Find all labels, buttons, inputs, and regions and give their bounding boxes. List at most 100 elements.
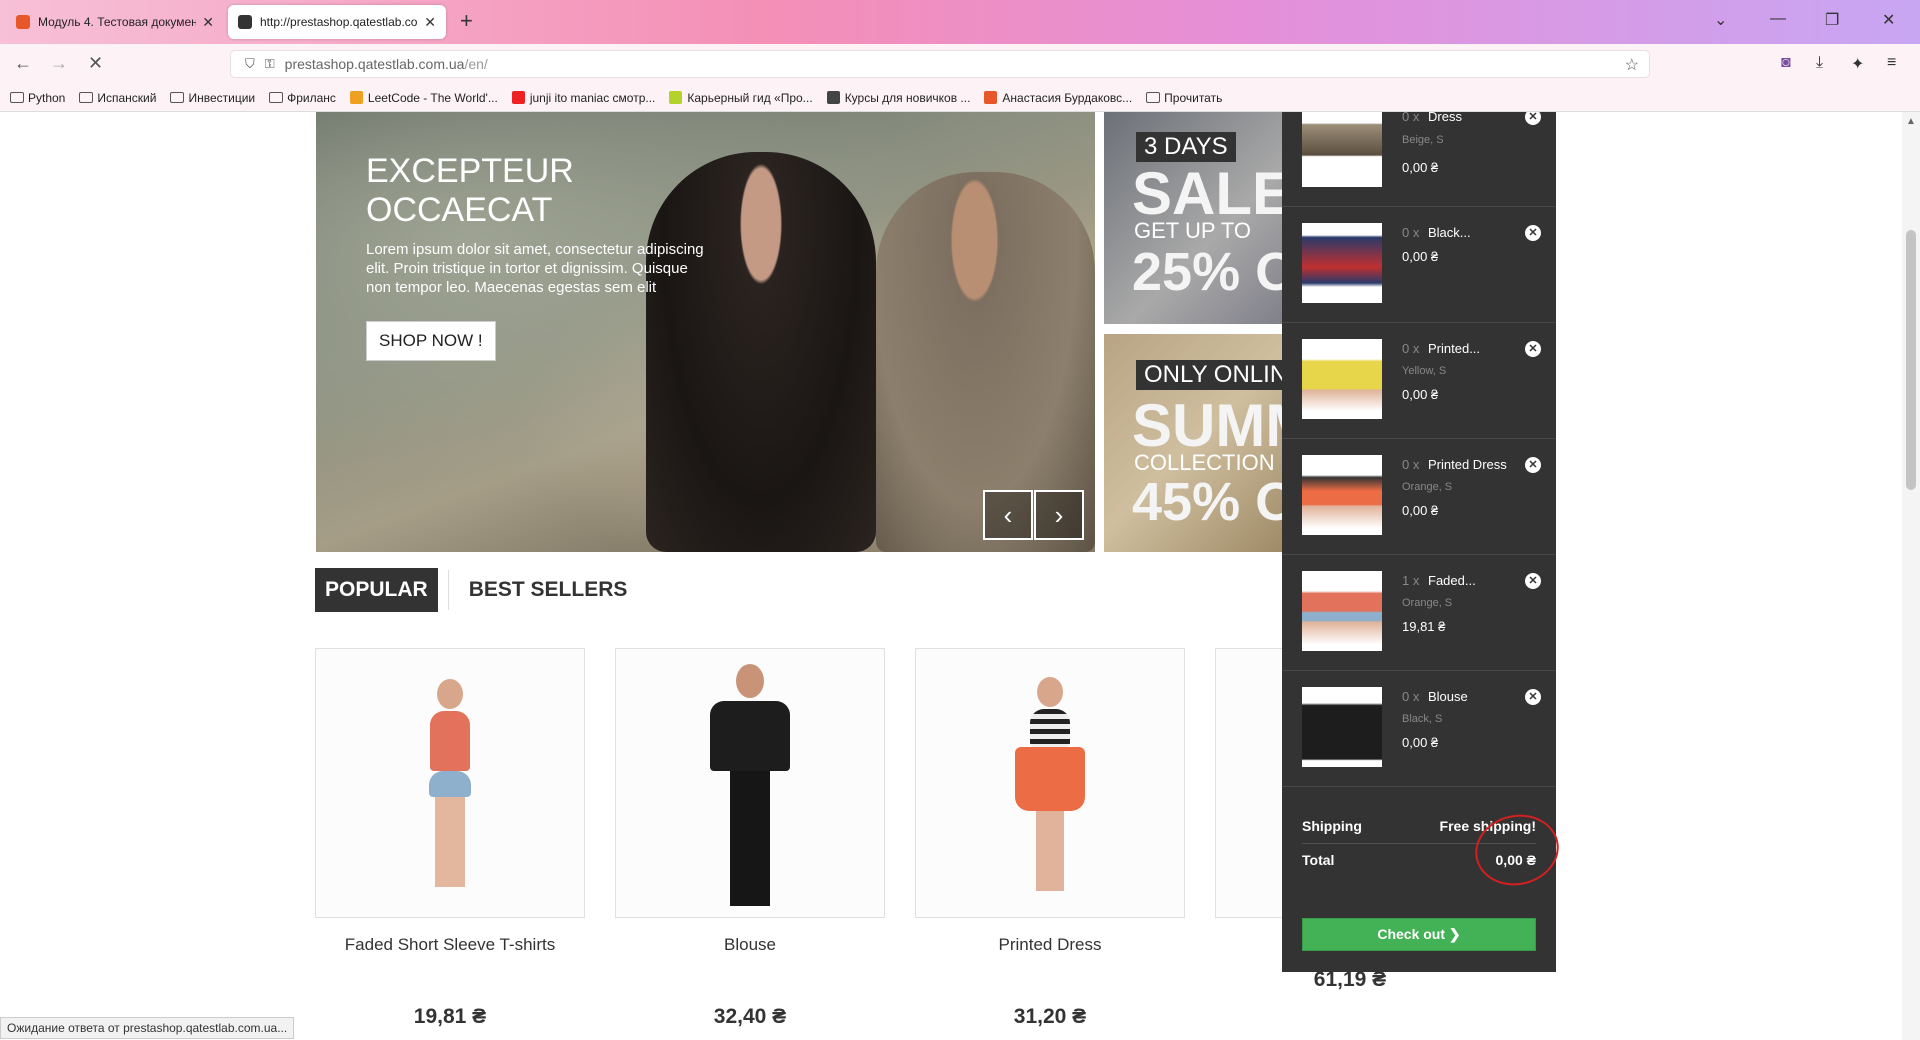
site-b-icon (984, 91, 998, 104)
cart-item-name[interactable]: Printed... (1428, 341, 1480, 356)
bookmark-star-icon[interactable]: ☆ (1625, 55, 1639, 75)
yandex-icon (511, 91, 525, 104)
total-label: Total (1302, 852, 1335, 868)
url-domain: prestashop.qatestlab.com.ua (284, 56, 465, 72)
cart-item-price: 0,00 ₴ (1402, 503, 1439, 518)
remove-item-icon[interactable]: ✕ (1525, 341, 1541, 357)
cart-item-image[interactable] (1302, 112, 1382, 187)
cart-item-image[interactable] (1302, 687, 1382, 767)
remove-item-icon[interactable]: ✕ (1525, 225, 1541, 241)
model-top (710, 701, 790, 771)
extensions-icon[interactable]: ✦ (1851, 54, 1864, 74)
cart-item-name[interactable]: Printed Dress (1428, 457, 1507, 472)
cart-item-image[interactable] (1302, 223, 1382, 303)
bookmark-python[interactable]: Python (10, 91, 65, 105)
nav-bar: ← → ✕ ⛉ ⚿ prestashop.qatestlab.com.ua/en… (0, 44, 1920, 84)
bookmark-courses[interactable]: Курсы для новичков ... (826, 91, 970, 105)
cart-item-image[interactable] (1302, 339, 1382, 419)
stop-loading-icon[interactable]: ✕ (88, 53, 103, 74)
bookmark-freelance[interactable]: Фриланс (269, 91, 336, 105)
cart-item-name[interactable]: Faded... (1428, 573, 1476, 588)
new-tab-button[interactable]: + (460, 8, 473, 34)
close-tab-icon[interactable]: ✕ (202, 14, 214, 31)
slider-prev-icon[interactable]: ‹ (983, 490, 1033, 540)
scroll-up-icon[interactable]: ▲ (1906, 116, 1916, 127)
product-name[interactable]: Printed Dress (915, 935, 1185, 955)
tab-best-sellers[interactable]: BEST SELLERS (459, 568, 638, 612)
model-head (736, 664, 764, 698)
cart-item-attributes: Yellow, S (1402, 365, 1447, 377)
product-image[interactable] (915, 648, 1185, 918)
close-tab-icon[interactable]: ✕ (424, 14, 436, 31)
tab-popular[interactable]: POPULAR (315, 568, 438, 612)
remove-item-icon[interactable]: ✕ (1525, 573, 1541, 589)
bookmark-leetcode[interactable]: LeetCode - The World'... (349, 91, 498, 105)
model-head (1037, 677, 1063, 707)
connection-info-icon[interactable]: ⚿ (265, 56, 275, 72)
back-icon[interactable]: ← (14, 53, 32, 74)
cart-item-image[interactable] (1302, 571, 1382, 651)
leetcode-icon (349, 91, 363, 104)
banner-headline: SUMM (1132, 392, 1284, 459)
model-legs (1036, 811, 1064, 891)
career-icon (669, 91, 683, 104)
cart-item-image[interactable] (1302, 455, 1382, 535)
home-slider[interactable]: EXCEPTEUR OCCAECAT Lorem ipsum dolor sit… (316, 112, 1095, 552)
scroll-thumb[interactable] (1906, 230, 1916, 490)
remove-item-icon[interactable]: ✕ (1525, 689, 1541, 705)
folder-icon (79, 92, 94, 103)
checkout-button[interactable]: Check out ❯ (1302, 918, 1536, 951)
close-window-icon[interactable]: ✕ (1882, 10, 1895, 30)
restore-icon[interactable]: ❐ (1825, 10, 1839, 30)
downloads-icon[interactable]: ⤓ (1816, 54, 1823, 72)
product-card[interactable]: Blouse 32,40 ₴ (615, 648, 885, 1029)
model-trousers (730, 771, 770, 906)
minimize-icon[interactable]: — (1770, 10, 1786, 28)
model-top (1030, 709, 1070, 747)
cart-item: 0 x Printed... Yellow, S 0,00 ₴ ✕ (1282, 323, 1556, 439)
remove-item-icon[interactable]: ✕ (1525, 457, 1541, 473)
folder-icon (269, 92, 284, 103)
slider-next-icon[interactable]: › (1034, 490, 1084, 540)
product-name[interactable]: Faded Short Sleeve T-shirts (315, 935, 585, 955)
cart-item-name[interactable]: Blouse (1428, 689, 1468, 704)
bookmark-read-later[interactable]: Прочитать (1146, 91, 1222, 105)
banner-discount: 25% O (1132, 242, 1284, 302)
tab-title: http://prestashop.qatestlab.com.ua/en/ (260, 15, 418, 29)
banner-tag: ONLY ONLIN (1136, 360, 1284, 390)
bookmark-spanish[interactable]: Испанский (79, 91, 156, 105)
banner-summer[interactable]: ONLY ONLIN SUMM COLLECTION 45% O (1104, 334, 1284, 552)
shield-icon[interactable]: ⛉ (245, 56, 255, 72)
page-scrollbar[interactable]: ▲ (1902, 112, 1920, 1040)
banner-sale[interactable]: 3 DAYS SALE GET UP TO 25% O (1104, 112, 1284, 324)
remove-item-icon[interactable]: ✕ (1525, 112, 1541, 125)
product-price: 31,20 ₴ (1013, 1005, 1087, 1028)
product-name[interactable]: Blouse (615, 935, 885, 955)
tab-modul4[interactable]: Модуль 4. Тестовая документа ✕ (6, 5, 224, 39)
cart-item-quantity: 0 x (1402, 341, 1420, 356)
product-card[interactable]: Faded Short Sleeve T-shirts 19,81 ₴ (315, 648, 585, 1029)
bookmark-junji-ito[interactable]: junji ito maniac смотр... (511, 91, 655, 105)
tab-bar: Модуль 4. Тестовая документа ✕ http://pr… (0, 0, 1920, 44)
tab-favicon-icon (238, 15, 252, 29)
bookmark-career-guide[interactable]: Карьерный гид «Про... (669, 91, 813, 105)
tab-favicon-icon (16, 15, 30, 29)
cart-item: 0 x Black... 0,00 ₴ ✕ (1282, 207, 1556, 323)
banner-subtitle: GET UP TO (1134, 218, 1251, 243)
shop-now-button[interactable]: SHOP NOW ! (366, 321, 496, 361)
bookmark-investments[interactable]: Инвестиции (170, 91, 255, 105)
cart-item: 0 x Printed Dress Orange, S 0,00 ₴ ✕ (1282, 439, 1556, 555)
pocket-icon[interactable]: ◙ (1781, 54, 1791, 72)
bookmark-anastasia[interactable]: Анастасия Бурдаковс... (984, 91, 1132, 105)
product-card[interactable]: Printed Dress 31,20 ₴ (915, 648, 1185, 1029)
product-image[interactable] (615, 648, 885, 918)
address-bar[interactable]: ⛉ ⚿ prestashop.qatestlab.com.ua/en/ ☆ (230, 50, 1650, 78)
cart-item-name[interactable]: Dress (1428, 112, 1462, 124)
product-image[interactable] (315, 648, 585, 918)
tab-prestashop[interactable]: http://prestashop.qatestlab.com.ua/en/ ✕ (228, 5, 446, 39)
tab-list-icon[interactable]: ⌄ (1714, 10, 1727, 30)
cart-item-name[interactable]: Black... (1428, 225, 1471, 240)
menu-icon[interactable]: ≡ (1887, 54, 1896, 72)
forward-icon[interactable]: → (50, 53, 68, 74)
model-top (430, 711, 470, 771)
